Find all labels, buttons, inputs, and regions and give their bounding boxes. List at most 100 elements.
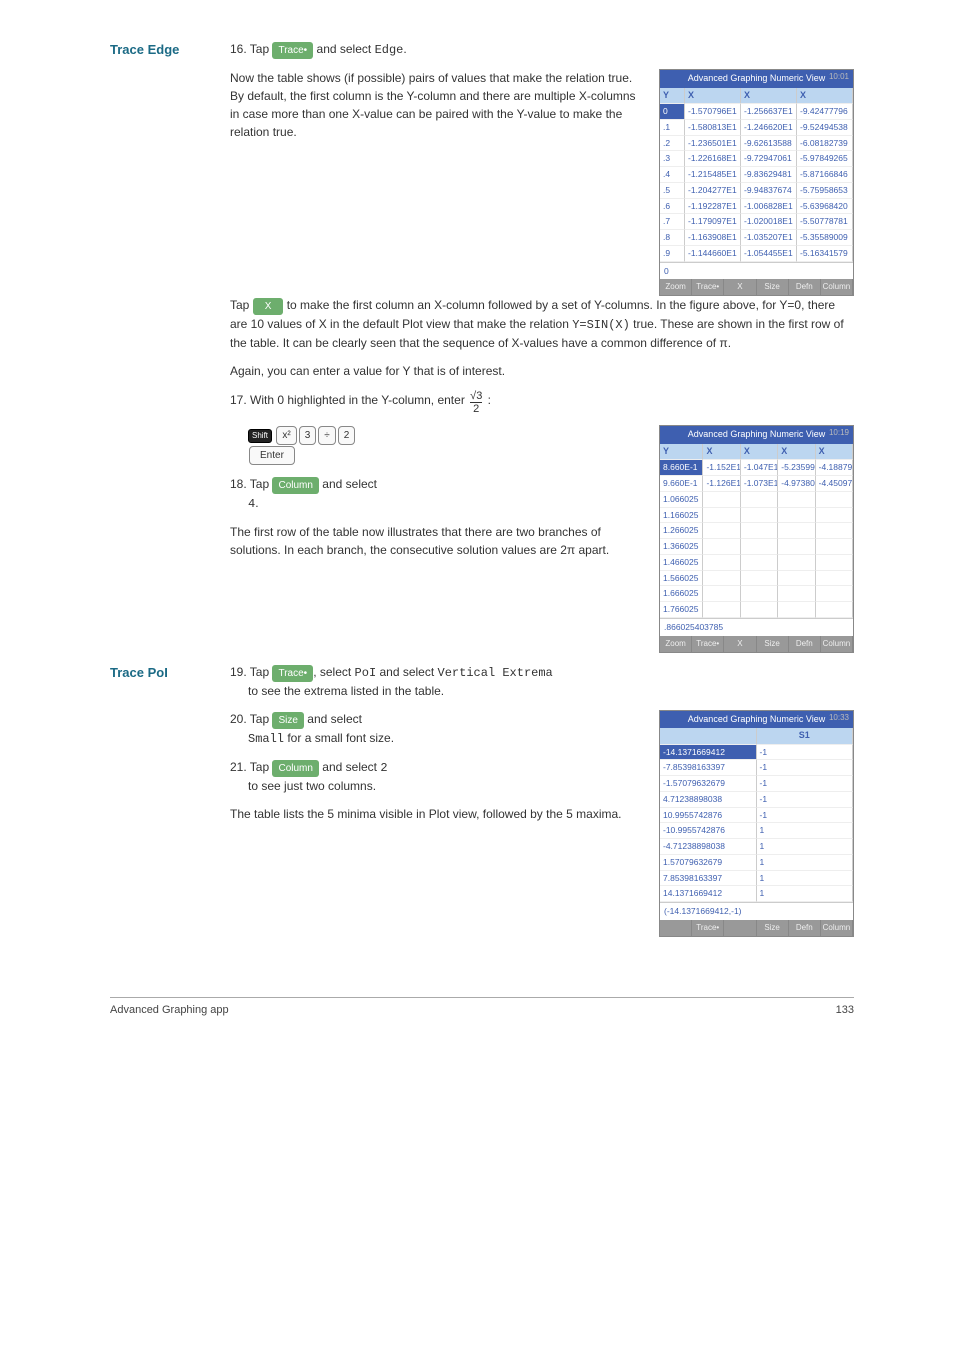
num3-key[interactable]: 3	[299, 426, 317, 445]
table-cell: -9.72947061	[741, 151, 797, 167]
table-cell: 1	[757, 823, 854, 839]
menu-zoom[interactable]: Zoom	[660, 636, 692, 652]
table-cell: -1.152E1	[703, 460, 740, 476]
table-cell	[816, 571, 853, 587]
table-cell: .4	[660, 167, 685, 183]
table-cell: -1.192287E1	[685, 199, 741, 215]
calc-screenshot-3: Advanced Graphing Numeric View10:33 S1 -…	[659, 710, 854, 937]
txt: :	[484, 393, 491, 407]
menu-trace[interactable]: Trace•	[692, 920, 724, 936]
menu-size[interactable]: Size	[757, 279, 789, 295]
table-cell: -1.256637E1	[741, 104, 797, 120]
col-header-s1: S1	[757, 728, 854, 745]
trace-button[interactable]: Trace•	[272, 665, 313, 682]
table-cell: .6	[660, 199, 685, 215]
table-cell: -1.006828E1	[741, 199, 797, 215]
calc-screenshot-2: Advanced Graphing Numeric View10:19 Y X …	[659, 425, 854, 652]
table-cell: -1	[757, 792, 854, 808]
menu-defn[interactable]: Defn	[789, 920, 821, 936]
table-row: 1.666025	[660, 586, 853, 602]
screen-input: (-14.1371669412,-1)	[660, 902, 853, 920]
screen-time: 10:33	[829, 712, 849, 724]
column-button[interactable]: Column	[272, 477, 318, 494]
table-row: .3-1.226168E1-9.72947061-5.97849265	[660, 151, 853, 167]
x2-key[interactable]: x²	[276, 426, 296, 445]
menu-size[interactable]: Size	[757, 920, 789, 936]
table-cell: 1.57079632679	[660, 855, 757, 871]
menu-x[interactable]: X	[724, 279, 756, 295]
screen-title: Advanced Graphing Numeric View	[688, 429, 825, 439]
table-cell: -1	[757, 760, 854, 776]
col-header-x3: X	[797, 88, 853, 105]
col-header-x4: X	[816, 444, 853, 461]
table-cell: -5.23599	[778, 460, 815, 476]
table-cell: -1.144660E1	[685, 246, 741, 262]
table-cell: -4.71238898038	[660, 839, 757, 855]
table-cell	[741, 492, 778, 508]
table-cell: -5.50778781	[797, 214, 853, 230]
trace-button[interactable]: Trace•	[272, 42, 313, 59]
table-row: -1.57079632679-1	[660, 776, 853, 792]
table-cell: -1.226168E1	[685, 151, 741, 167]
table-row: 1.266025	[660, 523, 853, 539]
table-cell: .5	[660, 183, 685, 199]
menu-defn[interactable]: Defn	[789, 636, 821, 652]
txt: to see the extrema listed in the table.	[248, 684, 444, 698]
table-cell: .3	[660, 151, 685, 167]
table-row: 1.366025	[660, 539, 853, 555]
period: .	[403, 42, 406, 56]
menu-trace[interactable]: Trace•	[692, 636, 724, 652]
para-branches: The first row of the table now illustrat…	[230, 523, 647, 559]
table-cell	[741, 539, 778, 555]
menu-trace[interactable]: Trace•	[692, 279, 724, 295]
menu-x[interactable]: X	[724, 636, 756, 652]
table-cell	[778, 539, 815, 555]
table-cell	[816, 602, 853, 618]
menu-blank	[660, 920, 692, 936]
table-cell	[778, 523, 815, 539]
table-cell: 1.666025	[660, 586, 703, 602]
code-edge: Edge	[375, 43, 404, 57]
table-cell: 1.066025	[660, 492, 703, 508]
table-cell: -1.57079632679	[660, 776, 757, 792]
table-cell: .1	[660, 120, 685, 136]
shift-key[interactable]: Shift	[248, 429, 272, 443]
table-cell	[816, 539, 853, 555]
table-row: .4-1.215485E1-9.83629481-5.87166846	[660, 167, 853, 183]
table-cell	[778, 508, 815, 524]
size-button[interactable]: Size	[272, 712, 303, 729]
para-tap-x: Tap X to make the first column an X-colu…	[230, 296, 854, 352]
txt: for a small font size.	[284, 731, 394, 745]
col-header-x2: X	[741, 88, 797, 105]
table-cell: -1.570796E1	[685, 104, 741, 120]
num2-key[interactable]: 2	[338, 426, 356, 445]
x-button[interactable]: X	[253, 298, 284, 315]
div-key[interactable]: ÷	[318, 426, 336, 445]
menu-column[interactable]: Column	[821, 636, 853, 652]
menu-column[interactable]: Column	[821, 920, 853, 936]
table-row: -14.1371669412-1	[660, 745, 853, 761]
column-button[interactable]: Column	[272, 760, 318, 777]
txt: and select	[319, 477, 377, 491]
table-cell: 4.71238898038	[660, 792, 757, 808]
menu-zoom[interactable]: Zoom	[660, 279, 692, 295]
table-row: 1.166025	[660, 508, 853, 524]
menu-size[interactable]: Size	[757, 636, 789, 652]
table-row: 1.466025	[660, 555, 853, 571]
menu-defn[interactable]: Defn	[789, 279, 821, 295]
table-cell: -1.047E1	[741, 460, 778, 476]
txt: and select	[304, 712, 362, 726]
table-row: .1-1.580813E1-1.246620E1-9.52494538	[660, 120, 853, 136]
txt: 20. Tap	[230, 712, 272, 726]
table-row: 1.570796326791	[660, 855, 853, 871]
calc-screenshot-1: Advanced Graphing Numeric View10:01 Y X …	[659, 69, 854, 296]
table-cell	[778, 555, 815, 571]
table-cell: 8.660E-1	[660, 460, 703, 476]
menu-column[interactable]: Column	[821, 279, 853, 295]
table-cell	[778, 586, 815, 602]
col-header-x3: X	[778, 444, 815, 461]
enter-key[interactable]: Enter	[249, 446, 295, 465]
txt: and select	[376, 665, 437, 679]
step-18: 18. Tap Column and select 4.	[230, 475, 647, 513]
table-cell: 1.166025	[660, 508, 703, 524]
